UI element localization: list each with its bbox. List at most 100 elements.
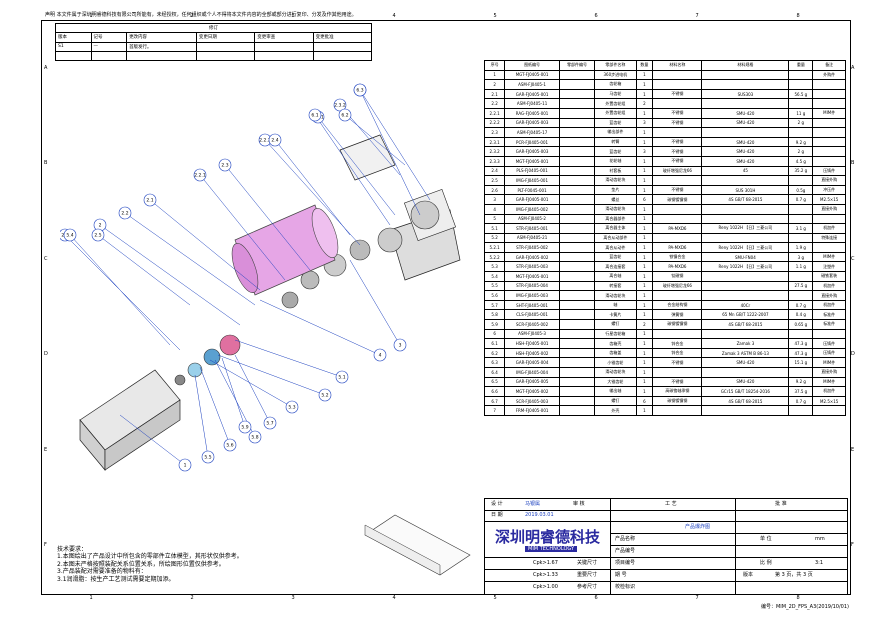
bom-cell: 转接套 bbox=[594, 280, 637, 292]
bom-cell bbox=[812, 88, 846, 100]
bom-cell: ASM-FJ0405-3 bbox=[504, 328, 560, 340]
bom-cell: IMG-FJ0405-004 bbox=[504, 367, 560, 378]
bom-cell: 离合从动件 bbox=[594, 242, 637, 253]
bom-cell bbox=[701, 203, 790, 215]
bom-cell: 压铸件 bbox=[812, 347, 846, 359]
bom-cell: RAG-FJ0405-001 bbox=[504, 107, 560, 119]
bom-cell: 标准件 bbox=[812, 309, 846, 321]
bom-cell: 6.6 bbox=[483, 386, 506, 397]
bom-cell: 9.2 g bbox=[788, 136, 814, 148]
bom-cell bbox=[558, 146, 596, 157]
bom-cell bbox=[558, 232, 596, 244]
scale-value: 3:1 bbox=[815, 560, 824, 566]
bom-cell: 1 bbox=[635, 338, 654, 349]
bom-header: 材料规格 bbox=[701, 60, 790, 71]
bom-cell bbox=[701, 98, 790, 109]
bom-cell: 1 bbox=[635, 127, 654, 138]
bom-cell: 1 bbox=[635, 136, 654, 148]
bom-header: 零部件名称 bbox=[594, 60, 637, 71]
table-row: 5.2.1 STR-FJ0405-002 离合从动件 1 PA-MXD6 Reny 102… bbox=[483, 242, 846, 253]
bom-cell: 40Cr bbox=[701, 299, 790, 311]
bom-cell: 标准件 bbox=[812, 319, 846, 330]
revision-cell bbox=[312, 41, 373, 52]
design-label: 设 计 bbox=[491, 501, 503, 507]
bom-cell: 1 bbox=[635, 357, 654, 368]
bom-cell bbox=[812, 242, 846, 253]
bom-cell: 4 bbox=[483, 203, 506, 215]
table-row: 6.5 GAR-FJ0405-005 大锥齿轮 1 不锈钢 SMU-420 9.2 g MIM… bbox=[483, 376, 846, 388]
bom-cell: 2 g bbox=[788, 146, 814, 157]
bom-cell: 注塑件 bbox=[812, 261, 846, 273]
bom-cell bbox=[701, 175, 790, 186]
table-row: 5.8 CLS-FJ0405-001 卡簧片 1 弹簧钢 65 Mn GB/T 1222-… bbox=[483, 309, 846, 321]
bom-cell: 2.3.2 bbox=[483, 146, 506, 157]
bom-cell bbox=[558, 357, 596, 368]
bom-cell bbox=[558, 175, 596, 186]
bom-cell: 2.6 bbox=[483, 184, 506, 196]
bom-cell: 锌合金 bbox=[652, 347, 703, 359]
bom-cell: 1 bbox=[635, 376, 654, 388]
bom-cell: 6.5 bbox=[483, 376, 506, 388]
bom-cell: 碳钢镀镍钢 bbox=[652, 319, 703, 330]
cpk-1: Cpk>1.67 bbox=[533, 560, 558, 566]
cpk-2: Cpk>1.33 bbox=[533, 572, 558, 578]
bom-cell: PA-MXD6 bbox=[652, 261, 703, 273]
bom-cell: 3 bbox=[635, 146, 654, 157]
bom-cell: 9.2 g bbox=[788, 376, 814, 388]
table-row: 6.7 SCR-FJ0405-003 螺钉 6 碳钢镀镍钢 4S GB/T 68-2015… bbox=[483, 395, 846, 407]
callout-label: 6.3 bbox=[356, 88, 363, 94]
bom-table: 序号 图纸编号 零部件编号 零部件名称 数量 材料名称 材料规格 重量 备注 1 MGT-FJ04… bbox=[483, 60, 846, 416]
bom-cell: M2.5×15 bbox=[812, 395, 846, 407]
table-row: 5.2.2 GAR-FJ0405-002 蓝齿轮 1 铁镍合金 SMU-FN04 3 g MI… bbox=[483, 251, 846, 263]
bom-cell: 5.2.1 bbox=[483, 242, 506, 253]
bom-cell bbox=[558, 376, 596, 388]
callout-label: 4 bbox=[379, 353, 382, 359]
callout-label: 5.3 bbox=[288, 405, 295, 411]
bom-cell bbox=[558, 136, 596, 148]
callout-bubble: 6.3 bbox=[353, 83, 367, 97]
bom-cell bbox=[788, 213, 814, 225]
table-row: 6.2 HSH-FJ0405-002 齿箱盖 1 锌合金 Zamak 3 ASTM B 8… bbox=[483, 347, 846, 359]
bom-cell bbox=[558, 213, 596, 225]
callout-label: 5.2 bbox=[321, 393, 328, 399]
table-row: 5.6 IMG-FJ0405-003 滑动齿轮块 1 直接外购 bbox=[483, 290, 846, 301]
approve-label: 批 准 bbox=[775, 501, 787, 507]
bom-cell: SMU-420 bbox=[701, 146, 790, 157]
bom-cell: 滑动齿轮块 bbox=[594, 367, 637, 378]
bom-cell bbox=[558, 271, 596, 282]
bom-cell: 6.3 bbox=[483, 357, 506, 368]
callout-label: 2.2 bbox=[121, 211, 128, 217]
row-label: F bbox=[851, 542, 854, 549]
row-label: C bbox=[44, 255, 48, 262]
row-label: B bbox=[851, 160, 855, 167]
row-label: A bbox=[851, 64, 855, 71]
table-row: 4 IMG-FJ0405-002 滑动齿轮块 1 直接外购 bbox=[483, 203, 846, 215]
unit-label: 单 位 bbox=[760, 536, 772, 542]
bom-cell: 1 bbox=[635, 175, 654, 186]
bom-cell: 直接外购 bbox=[812, 175, 846, 186]
bom-cell bbox=[812, 155, 846, 167]
column-label: 4 bbox=[392, 595, 396, 601]
bom-cell: 不锈钢 bbox=[652, 88, 703, 100]
table-row: 2.3.1 PCR-FJ0405-001 转臂 1 不锈钢 SMU-420 9.2 g bbox=[483, 136, 846, 148]
column-label: 7 bbox=[695, 595, 699, 601]
bom-cell bbox=[652, 213, 703, 225]
bom-cell bbox=[701, 280, 790, 292]
bom-cell: IMG-FJ0405-002 bbox=[504, 203, 560, 215]
bom-cell: 0.7 g bbox=[788, 395, 814, 407]
leader-line bbox=[217, 354, 326, 396]
callout-label: 6.1 bbox=[311, 113, 318, 119]
bom-cell bbox=[701, 405, 790, 416]
bom-cell: 11 g bbox=[788, 107, 814, 119]
callout-bubble: 2.2.1 bbox=[193, 168, 207, 182]
callout-label: 2.4 bbox=[271, 138, 278, 144]
bom-cell bbox=[812, 328, 846, 340]
bom-cell: IMG-FJ0405-003 bbox=[504, 290, 560, 301]
bom-cell bbox=[788, 271, 814, 282]
table-row: 2.4 PLS-FJ0405-001 衬套板 1 玻纤增强尼龙66 45 35.2 g 压铸件 bbox=[483, 165, 846, 177]
bom-cell bbox=[558, 107, 596, 119]
top-notice-strip: 声明 本文件属于深圳明睿德科技有限公司所能有，未经授权，任何组织或个人不得将本文… bbox=[41, 11, 849, 20]
table-row: 2.2 ASM-FJ0405-11 外置齿轮组 2 bbox=[483, 98, 846, 109]
bom-cell bbox=[652, 175, 703, 186]
bom-cell: 1 bbox=[635, 271, 654, 282]
